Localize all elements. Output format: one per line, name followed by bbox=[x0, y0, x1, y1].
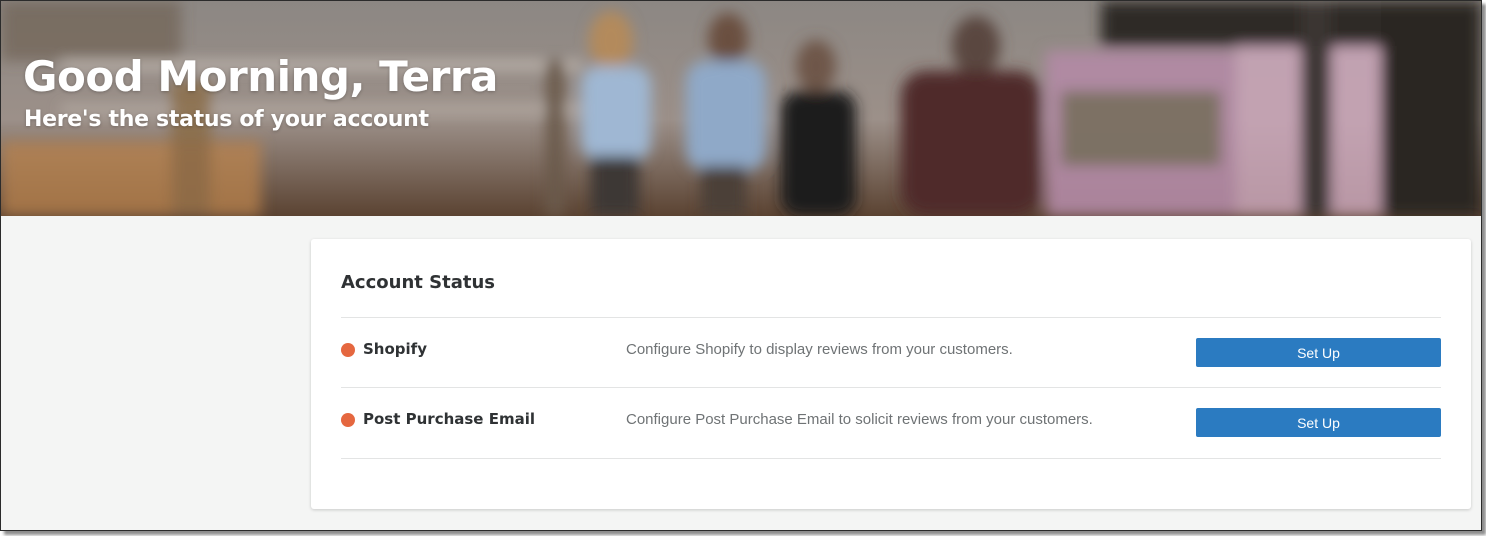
integration-description: Configure Shopify to display reviews fro… bbox=[626, 341, 1013, 358]
greeting-heading: Good Morning, Terra bbox=[23, 52, 498, 101]
integration-description: Configure Post Purchase Email to solicit… bbox=[626, 411, 1093, 428]
status-row-post-purchase-email: Post Purchase Email Configure Post Purch… bbox=[341, 388, 1441, 458]
status-indicator-dot bbox=[341, 413, 355, 427]
shopify-setup-button[interactable]: Set Up bbox=[1196, 338, 1441, 367]
hero-banner: Good Morning, Terra Here's the status of… bbox=[1, 1, 1481, 216]
status-indicator-dot bbox=[341, 343, 355, 357]
divider bbox=[341, 458, 1441, 459]
app-window: Good Morning, Terra Here's the status of… bbox=[0, 0, 1482, 531]
post-purchase-email-setup-button[interactable]: Set Up bbox=[1196, 408, 1441, 437]
integration-name: Shopify bbox=[363, 340, 427, 358]
status-row-shopify: Shopify Configure Shopify to display rev… bbox=[341, 318, 1441, 388]
account-status-subtitle: Here's the status of your account bbox=[24, 107, 429, 132]
card-title: Account Status bbox=[341, 272, 495, 293]
integration-name: Post Purchase Email bbox=[363, 410, 535, 428]
account-status-card: Account Status Shopify Configure Shopify… bbox=[311, 239, 1471, 509]
